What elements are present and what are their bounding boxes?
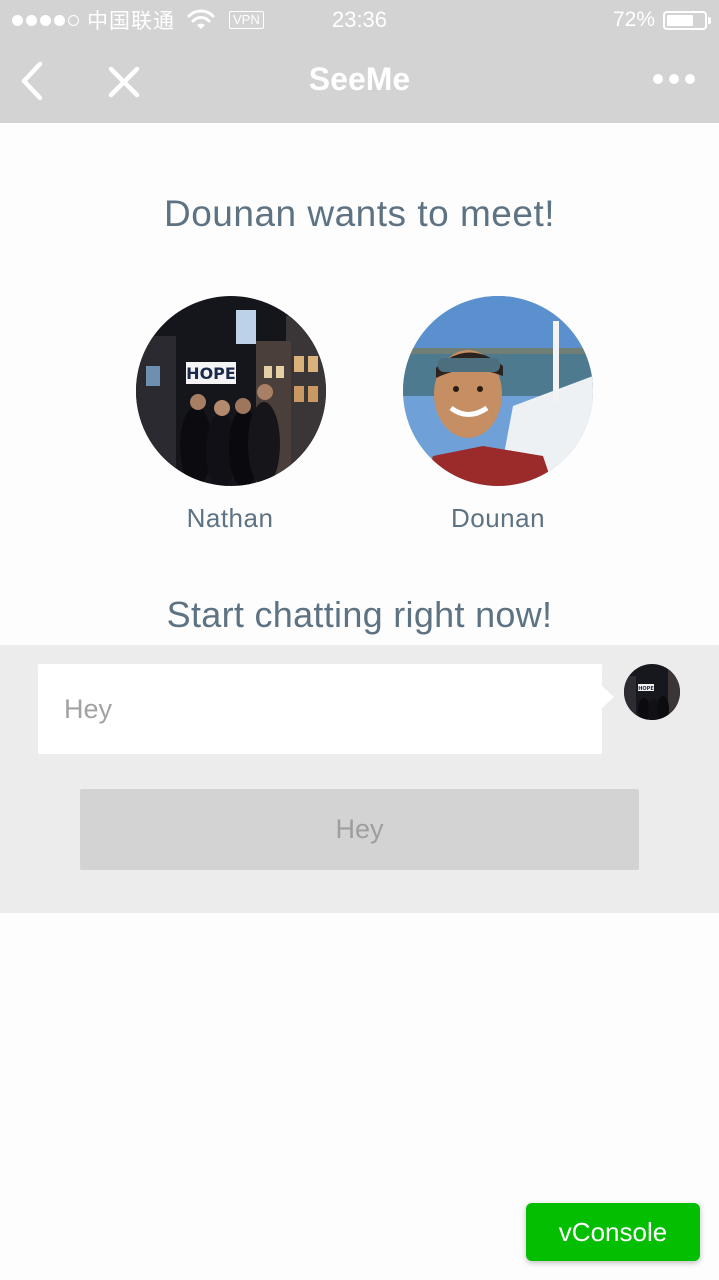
svg-text:HOPE: HOPE xyxy=(638,686,654,692)
svg-text:HOPE: HOPE xyxy=(186,364,236,383)
battery-percent: 72% xyxy=(612,8,655,31)
avatar-self-small: HOPE xyxy=(624,664,680,720)
vconsole-button[interactable]: vConsole xyxy=(526,1203,700,1261)
message-input[interactable] xyxy=(64,693,576,725)
headline-suffix: wants to meet! xyxy=(296,193,555,234)
battery-icon xyxy=(663,10,711,30)
send-button[interactable]: Hey xyxy=(80,789,639,870)
more-dots-icon[interactable] xyxy=(653,74,695,84)
status-right: 72% xyxy=(612,7,711,33)
profile-name-nathan: Nathan xyxy=(186,503,274,533)
night-street-photo: HOPE xyxy=(136,296,326,486)
headline-name: Dounan xyxy=(164,193,297,244)
battery-level-fill xyxy=(667,14,693,26)
avatar-dounan xyxy=(403,296,593,486)
status-time: 23:36 xyxy=(331,7,388,32)
chat-area: HOPE Hey xyxy=(0,645,719,913)
boat-selfie-photo xyxy=(403,296,593,486)
meet-headline: Dounan wants to meet! xyxy=(0,193,719,244)
chevron-left-icon[interactable] xyxy=(14,58,50,104)
close-icon[interactable] xyxy=(104,62,144,102)
avatar-nathan: HOPE xyxy=(136,296,326,486)
nav-bar: SeeMe xyxy=(0,40,719,123)
status-bar: 中国联通 VPN 23:36 72% xyxy=(0,0,719,40)
profile-name-dounan: Dounan xyxy=(450,503,546,533)
message-bubble xyxy=(38,664,614,754)
chat-heading: Start chatting right now! xyxy=(166,594,553,635)
